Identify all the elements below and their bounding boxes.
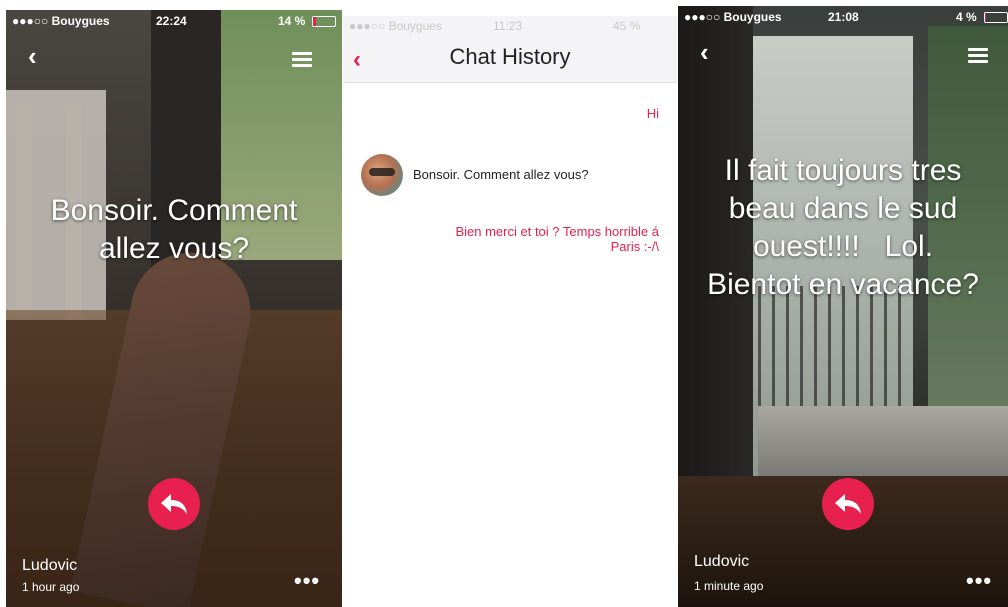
chat-message-outgoing: Hi [646,106,659,121]
message-line: ouest!!!! Lol. [752,230,934,263]
story-screen-1: ●●●○○ Bouygues 22:24 14 % ‹ Bonsoir. Com… [6,10,342,607]
battery-icon [312,16,336,27]
menu-icon[interactable] [292,52,312,70]
message-line: Bientot en vacance? [707,268,979,301]
battery-percent: 14 % [278,14,306,28]
page-title: Chat History [449,44,571,69]
battery-percent: 45 % [613,19,641,33]
back-icon[interactable]: ‹ [700,39,709,65]
clock: 11:23 [493,19,523,33]
clock: 21:08 [828,10,859,24]
clock: 22:24 [156,14,187,28]
chat-history-screen: ●●●○○ Bouygues 11:23 45 % ‹ Chat History… [343,16,677,607]
message-line: beau dans le sud [728,192,958,225]
menu-icon[interactable] [968,48,988,66]
sender-name: Ludovic [694,553,750,570]
reply-button[interactable] [148,478,200,530]
message-line: Il fait toujours tres [724,154,962,187]
status-bar: ●●●○○ Bouygues 21:08 4 % [678,6,1008,26]
reply-icon [835,494,861,514]
message-line: allez vous? [98,232,250,265]
carrier-label: ●●●○○ Bouygues [684,10,782,24]
battery-percent: 4 % [956,10,977,24]
nav-header: ●●●○○ Bouygues 11:23 45 % ‹ Chat History [343,16,677,83]
message-line: Bonsoir. Comment [50,194,298,227]
reply-button[interactable] [822,478,874,530]
reply-icon [161,494,187,514]
more-options-icon[interactable]: ••• [966,568,992,594]
chat-message-outgoing: Bien merci et toi ? Temps horrible á Par… [455,224,659,254]
more-options-icon[interactable]: ••• [294,568,320,594]
message-line: Bien merci et toi ? Temps horrible á [455,224,659,239]
carrier-label: ●●●○○ Bouygues [12,14,110,28]
message-text: Il fait toujours tres beau dans le sud o… [678,152,1008,304]
status-bar: ●●●○○ Bouygues 11:23 45 % [343,16,677,34]
status-bar: ●●●○○ Bouygues 22:24 14 % [6,10,342,30]
carrier-label: ●●●○○ Bouygues [349,19,442,33]
chat-message-incoming: Bonsoir. Comment allez vous? [413,167,589,182]
message-line: Paris :-/\ [610,239,659,254]
story-screen-3: ●●●○○ Bouygues 21:08 4 % ‹ Il fait toujo… [678,6,1008,607]
sender-name: Ludovic [22,557,78,574]
back-icon[interactable]: ‹ [28,43,37,69]
timestamp: 1 minute ago [694,579,764,593]
message-text: Bonsoir. Comment allez vous? [6,192,342,268]
battery-icon [984,12,1008,23]
avatar[interactable] [361,154,403,196]
timestamp: 1 hour ago [22,580,80,594]
